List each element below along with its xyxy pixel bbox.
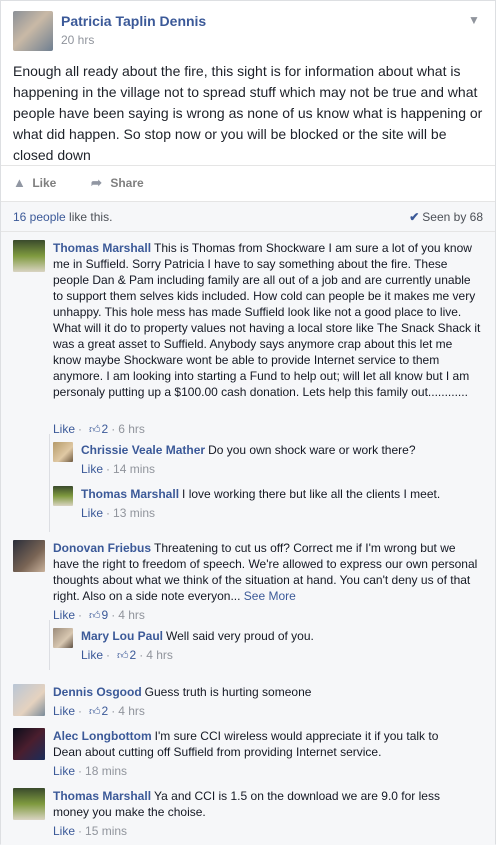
comment-time[interactable]: 4 hrs bbox=[118, 608, 145, 622]
commenter-name[interactable]: Thomas Marshall bbox=[53, 241, 151, 255]
like-label: Like bbox=[32, 176, 57, 190]
comment-text: Well said very proud of you. bbox=[166, 629, 314, 643]
comment-meta: Like · 👍︎2 · 4 hrs bbox=[81, 648, 173, 662]
comment-like-count[interactable]: 2 bbox=[102, 422, 109, 436]
share-label: Share bbox=[110, 176, 144, 190]
comment-like-button[interactable]: Like bbox=[53, 608, 75, 622]
comment-like-button[interactable]: Like bbox=[81, 648, 103, 662]
comment-time[interactable]: 6 hrs bbox=[118, 422, 145, 436]
commenter-name[interactable]: Chrissie Veale Mather bbox=[81, 443, 205, 457]
reply-thread-line bbox=[49, 620, 50, 670]
thumbs-up-icon: 👍︎ bbox=[89, 706, 101, 718]
post-author[interactable]: Patricia Taplin Dennis bbox=[61, 13, 206, 29]
commenter-name[interactable]: Thomas Marshall bbox=[81, 487, 179, 501]
likes-suffix: like this. bbox=[65, 210, 113, 224]
likes-summary: 16 people like this. ✔ Seen by 68 bbox=[1, 201, 495, 231]
comment-meta: Like · 👍︎9 · 4 hrs bbox=[53, 608, 145, 622]
reply-thread-line bbox=[49, 434, 50, 532]
seen-by[interactable]: ✔ Seen by 68 bbox=[409, 210, 483, 224]
comment-body: Donovan Friebus Threatening to cut us off… bbox=[53, 540, 483, 604]
author-avatar[interactable] bbox=[13, 11, 53, 51]
comment-body: Thomas Marshall Ya and CCI is 1.5 on the … bbox=[53, 788, 453, 820]
commenter-avatar[interactable] bbox=[13, 684, 45, 716]
comment-meta: Like · 14 mins bbox=[81, 462, 156, 476]
commenter-name[interactable]: Mary Lou Paul bbox=[81, 629, 163, 643]
commenter-name[interactable]: Alec Longbottom bbox=[53, 729, 152, 743]
comment-body: Thomas Marshall This is Thomas from Shock… bbox=[53, 240, 483, 400]
commenter-name[interactable]: Donovan Friebus bbox=[53, 541, 151, 555]
comment-meta: Like · 18 mins bbox=[53, 764, 128, 778]
commenter-avatar[interactable] bbox=[53, 442, 73, 462]
seen-by-label: Seen by 68 bbox=[422, 210, 483, 224]
comment-text: I love working there but like all the cl… bbox=[182, 487, 441, 501]
comment-text: Guess truth is hurting someone bbox=[144, 685, 312, 699]
chevron-down-icon[interactable]: ▼ bbox=[465, 11, 483, 29]
post-actions: ▲ Like ➦ Share bbox=[1, 165, 495, 201]
share-button[interactable]: ➦ Share bbox=[91, 175, 144, 191]
post-header: Patricia Taplin Dennis 20 hrs ▼ bbox=[13, 11, 483, 51]
comment-time[interactable]: 13 mins bbox=[113, 506, 155, 520]
comment-meta: Like · 13 mins bbox=[81, 506, 156, 520]
comment-like-button[interactable]: Like bbox=[53, 824, 75, 838]
commenter-avatar[interactable] bbox=[53, 628, 73, 648]
thumbs-up-icon: 👍︎ bbox=[89, 610, 101, 622]
comment-meta: Like · 15 mins bbox=[53, 824, 128, 838]
commenter-avatar[interactable] bbox=[53, 486, 73, 506]
comment-text: Do you own shock ware or work there? bbox=[208, 443, 416, 457]
comment-like-button[interactable]: Like bbox=[81, 462, 103, 476]
thumbs-up-icon: 👍︎ bbox=[89, 424, 101, 436]
check-icon: ✔ bbox=[409, 210, 420, 224]
comment-like-button[interactable]: Like bbox=[53, 704, 75, 718]
comment-body: Dennis Osgood Guess truth is hurting some… bbox=[53, 684, 483, 700]
commenter-avatar[interactable] bbox=[13, 540, 45, 572]
comment-like-count[interactable]: 2 bbox=[130, 648, 137, 662]
likes-count-link[interactable]: 16 people bbox=[13, 210, 66, 224]
see-more-link[interactable]: See More bbox=[244, 589, 296, 603]
comment-like-count[interactable]: 2 bbox=[102, 704, 109, 718]
comment-time[interactable]: 4 hrs bbox=[146, 648, 173, 662]
comments-section: Thomas Marshall This is Thomas from Shock… bbox=[1, 231, 495, 845]
comment-body: Mary Lou Paul Well said very proud of you… bbox=[81, 628, 481, 644]
commenter-avatar[interactable] bbox=[13, 788, 45, 820]
commenter-name[interactable]: Dennis Osgood bbox=[53, 685, 142, 699]
share-icon: ➦ bbox=[91, 175, 102, 190]
like-button[interactable]: ▲ Like bbox=[13, 175, 56, 190]
comment-body: Chrissie Veale Mather Do you own shock wa… bbox=[81, 442, 481, 458]
likes-text: 16 people like this. bbox=[13, 210, 112, 224]
comment-time[interactable]: 4 hrs bbox=[118, 704, 145, 718]
post-text: Enough all ready about the fire, this si… bbox=[13, 63, 483, 163]
post-card: Patricia Taplin Dennis 20 hrs ▼ Enough a… bbox=[0, 0, 496, 845]
comment-meta: Like · 👍︎2 · 4 hrs bbox=[53, 704, 145, 718]
post-timestamp[interactable]: 20 hrs bbox=[61, 33, 94, 47]
commenter-avatar[interactable] bbox=[13, 240, 45, 272]
commenter-avatar[interactable] bbox=[13, 728, 45, 760]
comment-time[interactable]: 15 mins bbox=[85, 824, 127, 838]
thumbs-up-icon: 👍︎ bbox=[117, 650, 129, 662]
comment-meta: Like · 👍︎2 · 6 hrs bbox=[53, 422, 145, 436]
thumbs-up-icon: ▲ bbox=[13, 175, 26, 190]
comment-text: This is Thomas from Shockware I am sure … bbox=[53, 241, 481, 399]
comment-like-count[interactable]: 9 bbox=[102, 608, 109, 622]
comment-like-button[interactable]: Like bbox=[53, 764, 75, 778]
comment-like-button[interactable]: Like bbox=[81, 506, 103, 520]
comment-body: Thomas Marshall I love working there but … bbox=[81, 486, 481, 502]
comment-time[interactable]: 14 mins bbox=[113, 462, 155, 476]
comment-like-button[interactable]: Like bbox=[53, 422, 75, 436]
comment-body: Alec Longbottom I'm sure CCI wireless wou… bbox=[53, 728, 443, 760]
commenter-name[interactable]: Thomas Marshall bbox=[53, 789, 151, 803]
comment-time[interactable]: 18 mins bbox=[85, 764, 127, 778]
